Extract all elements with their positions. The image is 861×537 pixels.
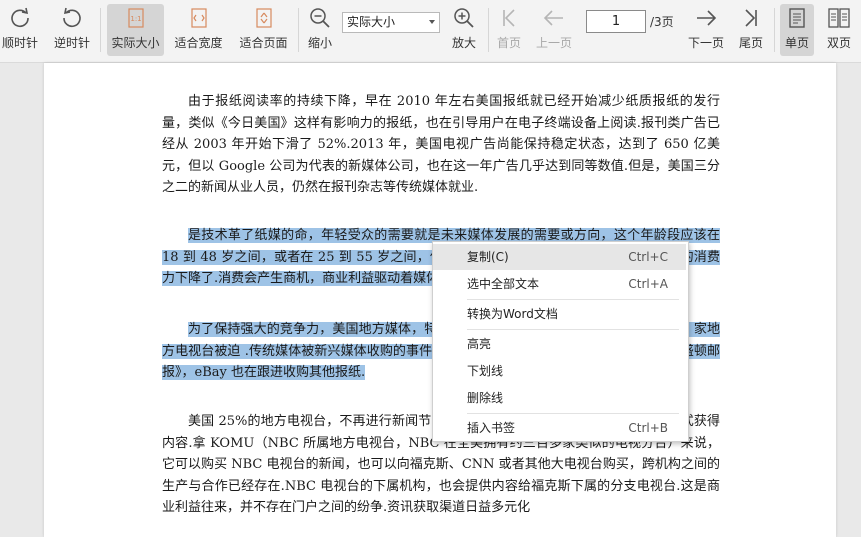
next-page-button[interactable]: 下一页 [684,4,728,56]
last-page-button[interactable]: 尾页 [734,4,768,56]
toolbar-divider [488,8,489,52]
double-page-label: 双页 [826,36,851,50]
toolbar: 顺时针 逆时针 1:1 实际大小 适合宽度 适合页面 缩小 实际大小 放大 首页… [0,0,861,63]
rotate-counterclockwise-button[interactable]: 逆时针 [52,4,92,56]
menu-item-insert-bookmark-label: 插入书签 [467,421,516,435]
actual-size-label: 实际大小 [111,36,160,50]
zoom-in-icon [454,8,474,28]
menu-item-insert-bookmark-shortcut: Ctrl+B [628,421,668,435]
rotate-counterclockwise-icon [63,7,81,28]
menu-separator [467,299,679,300]
zoom-in-label: 放大 [451,36,476,50]
rotate-counterclockwise-label: 逆时针 [53,36,90,50]
double-page-icon [828,8,850,28]
menu-item-highlight-label: 高亮 [467,337,492,351]
fit-width-button[interactable]: 适合宽度 [170,4,227,56]
fit-page-label: 适合页面 [239,36,288,50]
menu-item-copy-label: 复制(C) [467,250,509,264]
toolbar-divider [100,8,101,52]
prev-page-button[interactable]: 上一页 [532,4,576,56]
menu-item-strikethrough[interactable]: 删除线 [433,385,686,411]
single-page-button[interactable]: 单页 [780,4,814,56]
zoom-out-button[interactable]: 缩小 [302,4,338,56]
first-page-button[interactable]: 首页 [492,4,526,56]
toolbar-divider [774,8,775,52]
zoom-in-button[interactable]: 放大 [446,4,482,56]
fit-page-icon [255,8,272,28]
zoom-select[interactable]: 实际大小 [342,12,440,33]
first-page-label: 首页 [496,36,521,50]
menu-item-convert-to-word-label: 转换为Word文档 [467,307,558,321]
single-page-icon [789,8,805,28]
last-page-label: 尾页 [738,36,763,50]
menu-item-underline[interactable]: 下划线 [433,358,686,384]
menu-item-convert-to-word[interactable]: 转换为Word文档 [433,301,686,327]
context-menu: 复制(C) Ctrl+C 选中全部文本 Ctrl+A 转换为Word文档 高亮 … [432,241,689,442]
first-page-icon [503,9,515,27]
menu-item-select-all[interactable]: 选中全部文本 Ctrl+A [433,271,686,297]
rotate-clockwise-button[interactable]: 顺时针 [0,4,40,56]
menu-item-select-all-label: 选中全部文本 [467,277,540,291]
fit-width-icon [190,8,207,28]
menu-item-strikethrough-label: 删除线 [467,391,504,405]
arrow-left-icon [543,10,563,26]
double-page-button[interactable]: 双页 [820,4,858,56]
rotate-clockwise-icon [11,7,29,28]
fit-width-label: 适合宽度 [174,36,223,50]
toolbar-divider [298,8,299,52]
paragraph-1: 由于报纸阅读率的持续下降，早在 2010 年左右美国报纸就已经开始减少纸质报纸的… [162,91,720,199]
prev-page-label: 上一页 [535,36,572,50]
menu-item-copy-shortcut: Ctrl+C [628,250,668,264]
menu-item-copy[interactable]: 复制(C) Ctrl+C [433,244,686,270]
zoom-out-icon [310,8,330,28]
page-number-input[interactable]: 1 [586,10,646,33]
chevron-down-icon [429,20,435,24]
menu-item-underline-label: 下划线 [467,364,504,378]
next-page-label: 下一页 [687,36,724,50]
single-page-label: 单页 [784,36,809,50]
actual-size-button[interactable]: 1:1 实际大小 [107,4,164,56]
fit-page-button[interactable]: 适合页面 [235,4,292,56]
rotate-clockwise-label: 顺时针 [1,36,38,50]
menu-item-highlight[interactable]: 高亮 [433,331,686,357]
actual-size-icon: 1:1 [127,8,144,28]
menu-item-insert-bookmark[interactable]: 插入书签 Ctrl+B [433,415,686,441]
zoom-out-label: 缩小 [307,36,332,50]
paragraph-1-text: 由于报纸阅读率的持续下降，早在 2010 年左右美国报纸就已经开始减少纸质报纸的… [162,94,720,195]
menu-item-select-all-shortcut: Ctrl+A [628,277,668,291]
last-page-icon [745,9,757,27]
zoom-select-value: 实际大小 [347,15,396,29]
arrow-right-icon [697,10,717,26]
page-total: /3页 [650,15,674,29]
menu-separator [467,413,679,414]
menu-separator [467,329,679,330]
svg-text:1:1: 1:1 [130,15,141,23]
